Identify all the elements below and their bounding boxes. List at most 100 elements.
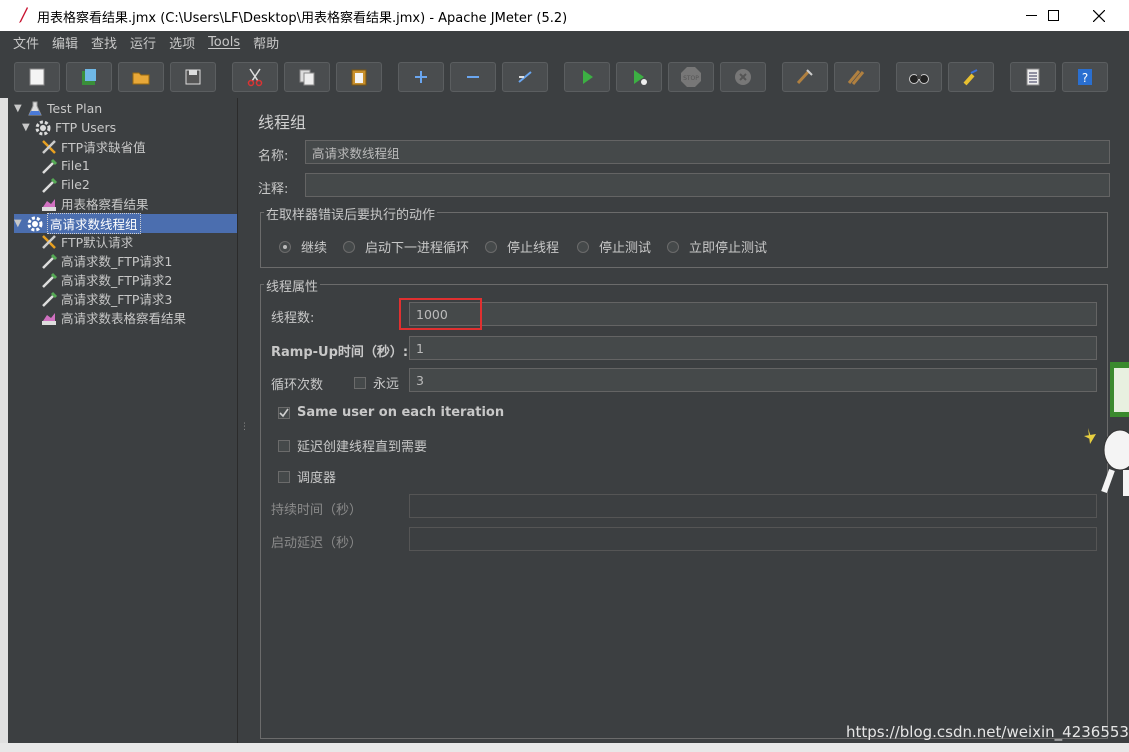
start-icon: [583, 70, 593, 84]
threads-label: 线程数:: [271, 311, 315, 326]
cut-button[interactable]: [232, 62, 278, 92]
cut-icon: [247, 68, 263, 87]
tree-item-ftp-request3[interactable]: 高请求数_FTP请求3: [40, 289, 172, 308]
sampler-pipette-icon: [40, 157, 58, 175]
toolbar: STOP ?: [0, 54, 1129, 98]
clear-all-icon: [847, 70, 865, 85]
toggle-icon: [518, 71, 532, 83]
same-user-checkbox[interactable]: Same user on each iteration: [278, 405, 504, 420]
duration-field[interactable]: [409, 494, 1097, 518]
menu-run[interactable]: 运行: [124, 33, 162, 52]
copy-button[interactable]: [284, 62, 330, 92]
threads-field[interactable]: [409, 302, 1097, 326]
radio-unselected-icon: [343, 240, 355, 253]
forever-checkbox[interactable]: 永远: [354, 373, 399, 392]
function-helper-button[interactable]: [1010, 62, 1056, 92]
open-button[interactable]: [118, 62, 164, 92]
clear-icon: [796, 69, 813, 85]
loop-count-field[interactable]: [409, 368, 1097, 392]
expand-toggle-icon[interactable]: ▼: [22, 122, 34, 133]
tree-item-ftp-request2[interactable]: 高请求数_FTP请求2: [40, 270, 172, 289]
radio-selected-icon: [279, 240, 291, 253]
comment-field[interactable]: [305, 173, 1110, 197]
radio-continue[interactable]: 继续: [279, 237, 327, 256]
open-icon: [132, 72, 150, 85]
paste-button[interactable]: [336, 62, 382, 92]
tree-item-results-table[interactable]: 用表格察看结果: [40, 194, 149, 213]
sampler-pipette-icon: [40, 176, 58, 194]
taskbar-strip: [0, 743, 1129, 752]
copy-icon: [299, 69, 315, 86]
checkbox-unchecked-icon: [278, 439, 290, 452]
save-icon: [185, 69, 201, 85]
tree-item-file1[interactable]: File1: [40, 156, 90, 175]
watermark-text: https://blog.csdn.net/weixin_42365530: [846, 723, 1129, 741]
expand-toggle-icon[interactable]: ▼: [14, 103, 26, 114]
search-button[interactable]: [896, 62, 942, 92]
radio-unselected-icon: [577, 240, 589, 253]
tree-item-file2[interactable]: File2: [40, 175, 90, 194]
reset-search-icon: [963, 69, 978, 86]
new-icon: [29, 68, 45, 86]
stop-button[interactable]: STOP: [668, 62, 714, 92]
tree-item-ftp-request1[interactable]: 高请求数_FTP请求1: [40, 251, 172, 270]
radio-stop-test[interactable]: 停止测试: [577, 237, 651, 256]
radio-unselected-icon: [485, 240, 497, 253]
sampler-error-action-group: 在取样器错误后要执行的动作 继续 启动下一进程循环 停止线程 停止测试 立即停止…: [260, 204, 1108, 268]
tree-item-ftp-defaults[interactable]: FTP请求缺省值: [40, 137, 146, 156]
tree-item-ftp-default-request[interactable]: FTP默认请求: [40, 232, 133, 251]
save-button[interactable]: [170, 62, 216, 92]
shutdown-button[interactable]: [720, 62, 766, 92]
collapse-button[interactable]: [450, 62, 496, 92]
paste-icon: [351, 69, 367, 86]
templates-icon: [82, 69, 96, 85]
start-no-timers-button[interactable]: [616, 62, 662, 92]
clear-all-button[interactable]: [834, 62, 880, 92]
radio-stop-test-now[interactable]: 立即停止测试: [667, 237, 767, 256]
split-pane-divider[interactable]: ⋮: [240, 422, 249, 436]
clear-button[interactable]: [782, 62, 828, 92]
delay-thread-creation-checkbox[interactable]: 延迟创建线程直到需要: [278, 436, 427, 455]
page-title: 线程组: [258, 113, 307, 132]
tree-item-ftp-users[interactable]: ▼ FTP Users: [22, 118, 116, 137]
startup-delay-label: 启动延迟（秒）: [271, 536, 363, 551]
radio-stop-thread[interactable]: 停止线程: [485, 237, 559, 256]
start-button[interactable]: [564, 62, 610, 92]
menu-file[interactable]: 文件: [7, 33, 45, 52]
tree-item-high-request-thread-group[interactable]: ▼ 高请求数线程组: [14, 213, 237, 234]
menu-search[interactable]: 查找: [85, 33, 123, 52]
startup-delay-field[interactable]: [409, 527, 1097, 551]
tree-item-test-plan[interactable]: ▼ Test Plan: [14, 99, 102, 118]
close-icon[interactable]: [1076, 0, 1122, 31]
sampler-pipette-icon: [40, 290, 58, 308]
tree-item-high-results-table[interactable]: 高请求数表格察看结果: [40, 308, 186, 327]
rampup-field[interactable]: [409, 336, 1097, 360]
help-icon: ?: [1078, 69, 1092, 85]
name-field[interactable]: [305, 140, 1110, 164]
radio-start-next-loop[interactable]: 启动下一进程循环: [343, 237, 469, 256]
window-left-edge: [0, 98, 8, 743]
reset-search-button[interactable]: [948, 62, 994, 92]
expand-button[interactable]: [398, 62, 444, 92]
menu-options[interactable]: 选项: [163, 33, 201, 52]
new-button[interactable]: [14, 62, 60, 92]
thread-properties-group: 线程属性 线程数: Ramp-Up时间（秒）: 循环次数 永远 Same use…: [260, 276, 1108, 739]
comment-label: 注释:: [258, 182, 289, 197]
toggle-button[interactable]: [502, 62, 548, 92]
menu-edit[interactable]: 编辑: [46, 33, 84, 52]
menu-help[interactable]: 帮助: [247, 33, 285, 52]
menu-bar: 文件 编辑 查找 运行 选项 Tools 帮助: [0, 31, 1129, 54]
checkbox-checked-icon: [278, 406, 290, 419]
templates-button[interactable]: [66, 62, 112, 92]
expand-icon: [415, 71, 427, 83]
expand-toggle-icon[interactable]: ▼: [14, 218, 26, 229]
config-tools-icon: [40, 233, 58, 251]
thread-group-panel: 线程组 名称: 注释: 在取样器错误后要执行的动作 继续 启动下一进程循环 停止…: [245, 98, 1120, 743]
scheduler-checkbox[interactable]: 调度器: [278, 467, 336, 486]
help-button[interactable]: ?: [1062, 62, 1108, 92]
highlight-box: [399, 298, 482, 330]
rampup-label: Ramp-Up时间（秒）:: [271, 345, 409, 360]
checkbox-unchecked-icon: [278, 470, 290, 483]
maximize-icon[interactable]: [1030, 0, 1076, 31]
menu-tools[interactable]: Tools: [202, 35, 246, 50]
